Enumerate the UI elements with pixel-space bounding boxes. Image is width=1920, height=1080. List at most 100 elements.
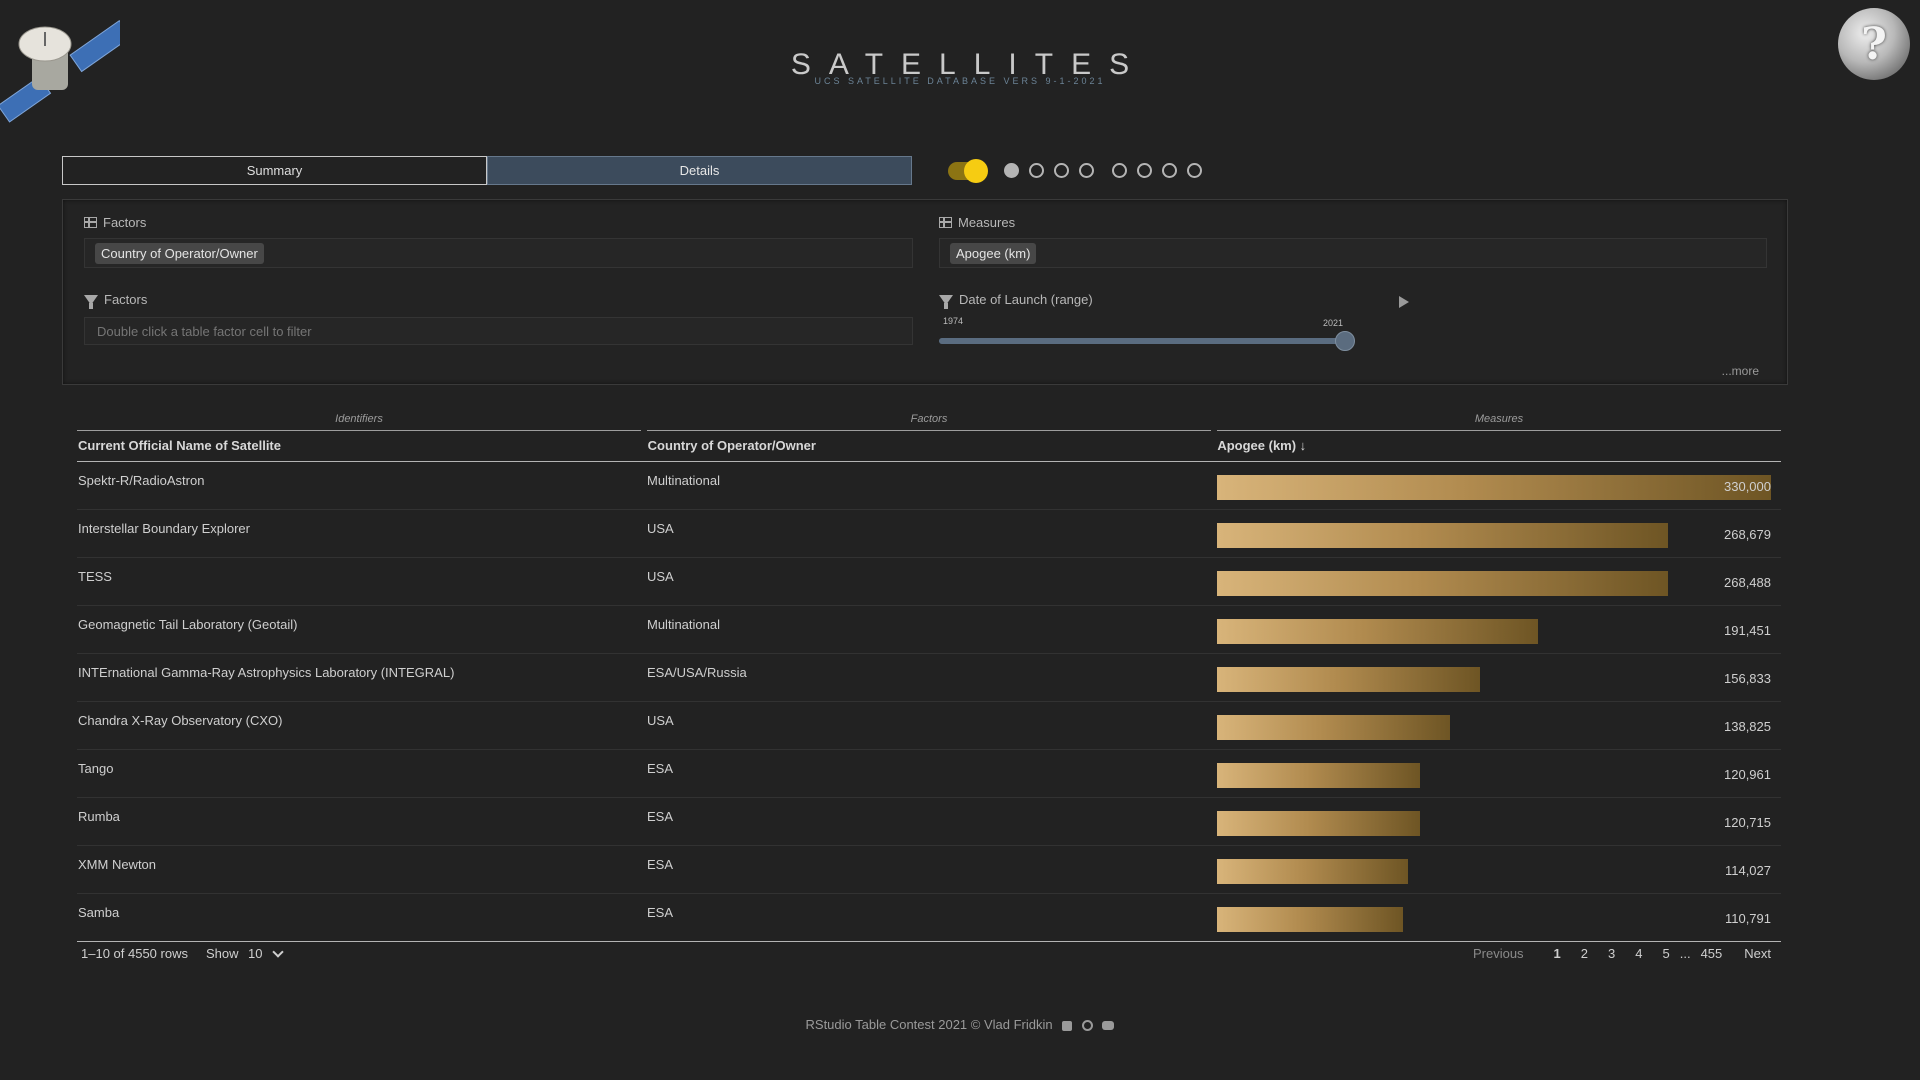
cell-apogee: 138,825 [1217, 702, 1781, 749]
apogee-bar [1217, 859, 1408, 884]
cell-apogee: 191,451 [1217, 606, 1781, 653]
table-footer: 1–10 of 4550 rows Show 10 Previous 1 2 3… [81, 945, 1771, 966]
cell-satellite-name: Chandra X-Ray Observatory (CXO) [78, 713, 283, 728]
table-header: Current Official Name of Satellite Count… [77, 431, 1781, 462]
toggle-knob [964, 159, 988, 183]
slider-max-label: 2021 [1323, 318, 1344, 328]
credit-text: RStudio Table Contest 2021 © Vlad Fridki… [805, 1017, 1053, 1032]
cell-satellite-name: Samba [78, 905, 120, 920]
filter-heading: Factors [84, 292, 148, 309]
cell-apogee: 120,715 [1217, 798, 1781, 845]
preset-dot-8[interactable] [1187, 163, 1202, 178]
page-1-button[interactable]: 1 [1554, 946, 1561, 961]
apogee-bar [1217, 523, 1668, 548]
tab-summary[interactable]: Summary [62, 156, 487, 185]
filter-input[interactable] [84, 317, 913, 345]
cell-satellite-name: TESS [78, 569, 112, 584]
theme-toggle[interactable] [948, 159, 988, 183]
filter-icon [939, 294, 953, 309]
table-row: TESS USA 268,488 [77, 558, 1781, 606]
apogee-value: 110,791 [1724, 911, 1771, 926]
factors-label: Factors [103, 215, 147, 230]
github-icon[interactable] [1081, 1020, 1093, 1032]
slider-handle[interactable] [1335, 331, 1355, 351]
cell-satellite-name: INTErnational Gamma-Ray Astrophysics Lab… [78, 665, 455, 680]
cell-apogee: 268,679 [1217, 510, 1781, 557]
cell-apogee: 110,791 [1217, 894, 1781, 941]
table-row: Interstellar Boundary Explorer USA 268,679 [77, 510, 1781, 558]
preset-dot-2[interactable] [1029, 163, 1044, 178]
apogee-bar [1217, 907, 1403, 932]
linkedin-icon[interactable] [1062, 1020, 1073, 1031]
preset-dots [1004, 163, 1212, 178]
page-last-button[interactable]: 455 [1701, 946, 1723, 961]
apogee-bar [1217, 619, 1538, 644]
header-apogee[interactable]: Apogee (km) ↓ [1217, 431, 1781, 461]
page-2-button[interactable]: 2 [1581, 946, 1588, 961]
page-5-button[interactable]: 5 [1662, 946, 1669, 961]
cell-country[interactable]: ESA [647, 894, 1217, 941]
group-identifiers: Identifiers [77, 409, 641, 431]
next-button[interactable]: Next [1744, 946, 1771, 961]
cell-country[interactable]: ESA/USA/Russia [647, 654, 1217, 701]
tab-details[interactable]: Details [487, 156, 912, 185]
factors-dropzone[interactable]: Country of Operator/Owner [84, 238, 913, 268]
table-body: Spektr-R/RadioAstron Multinational 330,000… [77, 462, 1781, 942]
credit-footer: RStudio Table Contest 2021 © Vlad Fridki… [0, 1017, 1920, 1032]
preset-dot-3[interactable] [1054, 163, 1069, 178]
apogee-bar [1217, 763, 1420, 788]
factor-chip-country[interactable]: Country of Operator/Owner [95, 242, 264, 264]
measures-dropzone[interactable]: Apogee (km) [939, 238, 1767, 268]
page-4-button[interactable]: 4 [1635, 946, 1642, 961]
preset-dot-1[interactable] [1004, 163, 1019, 178]
filter-icon [84, 294, 98, 309]
row-info: 1–10 of 4550 rows [81, 946, 188, 961]
table-row: Rumba ESA 120,715 [77, 798, 1781, 846]
group-factors: Factors [647, 409, 1211, 431]
apogee-value: 120,961 [1724, 767, 1771, 782]
cell-country[interactable]: ESA [647, 798, 1217, 845]
cell-country[interactable]: Multinational [647, 462, 1217, 509]
date-range-slider[interactable] [939, 338, 1345, 344]
cell-country[interactable]: ESA [647, 750, 1217, 797]
measure-chip-apogee[interactable]: Apogee (km) [950, 242, 1037, 264]
cell-satellite-name: XMM Newton [78, 857, 157, 872]
cell-satellite-name: Interstellar Boundary Explorer [78, 521, 250, 536]
previous-button[interactable]: Previous [1473, 946, 1524, 961]
satellite-table: Identifiers Factors Measures Current Off… [77, 409, 1781, 942]
cell-apogee: 268,488 [1217, 558, 1781, 605]
cell-apogee: 330,000 [1217, 462, 1781, 509]
cell-country[interactable]: USA [647, 702, 1217, 749]
table-row: Spektr-R/RadioAstron Multinational 330,000 [77, 462, 1781, 510]
preset-dot-7[interactable] [1162, 163, 1177, 178]
cell-satellite-name: Rumba [78, 809, 120, 824]
apogee-bar [1217, 571, 1668, 596]
date-range-heading: Date of Launch (range) [939, 292, 1093, 309]
preset-dot-6[interactable] [1137, 163, 1152, 178]
apogee-value: 138,825 [1724, 719, 1771, 734]
pagination: Previous 1 2 3 4 5 ... 455 Next [1453, 946, 1771, 961]
youtube-icon[interactable] [1102, 1021, 1115, 1031]
apogee-value: 120,715 [1724, 815, 1771, 830]
table-row: Geomagnetic Tail Laboratory (Geotail) Mul… [77, 606, 1781, 654]
filter-label: Factors [104, 292, 148, 307]
header-satellite-name[interactable]: Current Official Name of Satellite [77, 431, 648, 461]
cell-country[interactable]: ESA [647, 846, 1217, 893]
play-icon[interactable] [1399, 296, 1409, 308]
page-3-button[interactable]: 3 [1608, 946, 1615, 961]
apogee-bar [1217, 811, 1420, 836]
cell-satellite-name: Tango [78, 761, 114, 776]
cell-country[interactable]: USA [647, 510, 1217, 557]
cell-apogee: 114,027 [1217, 846, 1781, 893]
preset-dot-4[interactable] [1079, 163, 1094, 178]
preset-dot-5[interactable] [1112, 163, 1127, 178]
page-size-select[interactable]: 10 [248, 945, 285, 961]
cell-country[interactable]: USA [647, 558, 1217, 605]
header-country[interactable]: Country of Operator/Owner [648, 431, 1218, 461]
apogee-value: 156,833 [1724, 671, 1771, 686]
apogee-bar [1217, 475, 1771, 500]
table-row: XMM Newton ESA 114,027 [77, 846, 1781, 894]
more-link[interactable]: ...more [1722, 364, 1759, 378]
cell-country[interactable]: Multinational [647, 606, 1217, 653]
group-measures: Measures [1217, 409, 1781, 431]
